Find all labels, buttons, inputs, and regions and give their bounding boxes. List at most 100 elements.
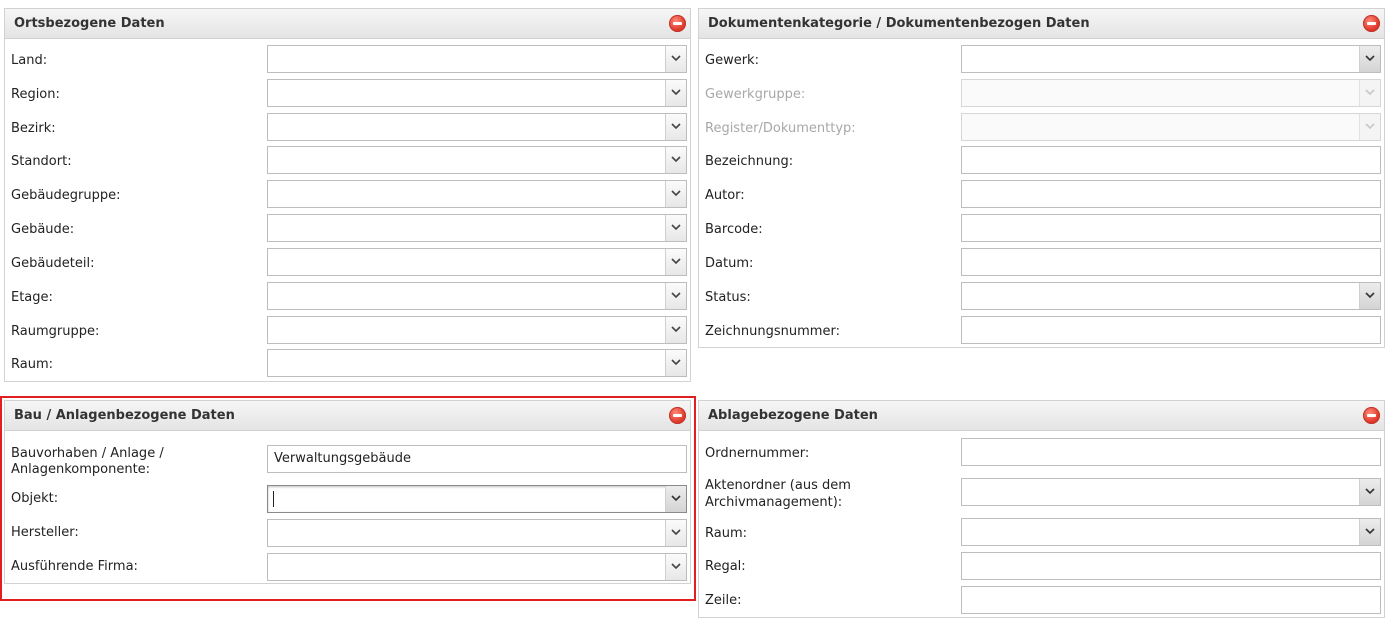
- field-label: Register/Dokumenttyp:: [705, 121, 856, 136]
- chevron-down-icon: [671, 495, 681, 502]
- datum-input[interactable]: [961, 248, 1381, 276]
- chevron-down-icon: [671, 224, 681, 231]
- dropdown-trigger: [1359, 114, 1380, 140]
- dropdown-trigger[interactable]: [665, 350, 686, 376]
- panel-header: Ablagebezogene Daten: [699, 401, 1384, 431]
- gewerk-combobox[interactable]: [961, 45, 1381, 73]
- ordnernummer-input[interactable]: [961, 438, 1381, 466]
- gebaeudegruppe-combobox[interactable]: [267, 180, 687, 208]
- field-label: Bauvorhaben / Anlage /: [11, 446, 164, 461]
- field-label: Gewerkgruppe:: [705, 87, 806, 102]
- minus-circle-icon[interactable]: [1363, 407, 1380, 424]
- dropdown-trigger[interactable]: [665, 554, 686, 580]
- chevron-down-icon: [1365, 55, 1375, 62]
- field-label: Ausführende Firma:: [11, 559, 138, 574]
- text-caret: [273, 491, 274, 507]
- dropdown-trigger[interactable]: [665, 80, 686, 106]
- gebaeudeteil-combobox[interactable]: [267, 248, 687, 276]
- field-label: Zeichnungsnummer:: [705, 324, 840, 339]
- firma-combobox[interactable]: [267, 553, 687, 581]
- panel-header: Dokumentenkategorie / Dokumentenbezogen …: [699, 9, 1384, 39]
- field-label: Gebäudegruppe:: [11, 188, 121, 203]
- field-label: Land:: [11, 53, 48, 68]
- chevron-down-icon: [671, 258, 681, 265]
- chevron-down-icon: [671, 55, 681, 62]
- dropdown-trigger[interactable]: [665, 147, 686, 173]
- field-label: Hersteller:: [11, 525, 79, 540]
- field-label: Bezirk:: [11, 121, 56, 136]
- dropdown-trigger[interactable]: [665, 215, 686, 241]
- field-label: Autor:: [705, 188, 745, 203]
- chevron-down-icon: [1365, 123, 1375, 130]
- field-label: Status:: [705, 290, 751, 305]
- chevron-down-icon: [671, 359, 681, 366]
- dropdown-trigger[interactable]: [665, 181, 686, 207]
- field-label: Objekt:: [11, 491, 59, 506]
- dropdown-trigger[interactable]: [665, 317, 686, 343]
- chevron-down-icon: [671, 190, 681, 197]
- chevron-down-icon: [671, 529, 681, 536]
- objekt-combobox[interactable]: [267, 485, 687, 513]
- dropdown-trigger: [1359, 80, 1380, 106]
- dropdown-trigger[interactable]: [665, 46, 686, 72]
- panel-document: Dokumentenkategorie / Dokumentenbezogen …: [698, 8, 1385, 348]
- field-label: Aktenordner (aus dem: [705, 478, 851, 493]
- field-label: Datum:: [705, 256, 754, 271]
- barcode-input[interactable]: [961, 214, 1381, 242]
- panel-filing: Ablagebezogene Daten Ordnernummer: Akten…: [698, 400, 1385, 618]
- aktenordner-combobox[interactable]: [961, 478, 1381, 506]
- field-label: Zeile:: [705, 593, 742, 608]
- hersteller-combobox[interactable]: [267, 519, 687, 547]
- panel-header: Bau / Anlagenbezogene Daten: [5, 401, 690, 431]
- gebaeude-combobox[interactable]: [267, 214, 687, 242]
- bezeichnung-input[interactable]: [961, 146, 1381, 174]
- panel-construction: Bau / Anlagenbezogene Daten Bauvorhaben …: [4, 400, 691, 584]
- minus-circle-icon[interactable]: [669, 407, 686, 424]
- field-label: Bezeichnung:: [705, 154, 794, 169]
- field-label: Region:: [11, 87, 60, 102]
- field-label: Ordnernummer:: [705, 446, 810, 461]
- field-label: Regal:: [705, 559, 746, 574]
- dropdown-trigger[interactable]: [1359, 283, 1380, 309]
- panel-location: Ortsbezogene Daten Land: Region: Bezirk:…: [4, 8, 691, 382]
- dropdown-trigger[interactable]: [665, 520, 686, 546]
- region-combobox[interactable]: [267, 79, 687, 107]
- standort-combobox[interactable]: [267, 146, 687, 174]
- chevron-down-icon: [671, 563, 681, 570]
- land-combobox[interactable]: [267, 45, 687, 73]
- panel-title: Ortsbezogene Daten: [14, 16, 165, 31]
- raum-ablage-combobox[interactable]: [961, 518, 1381, 546]
- status-combobox[interactable]: [961, 282, 1381, 310]
- chevron-down-icon: [1365, 528, 1375, 535]
- raumgruppe-combobox[interactable]: [267, 316, 687, 344]
- bezirk-combobox[interactable]: [267, 113, 687, 141]
- autor-input[interactable]: [961, 180, 1381, 208]
- dropdown-trigger[interactable]: [665, 283, 686, 309]
- raum-combobox[interactable]: [267, 349, 687, 377]
- field-label: Raum:: [705, 526, 747, 541]
- chevron-down-icon: [671, 292, 681, 299]
- dropdown-trigger[interactable]: [665, 486, 686, 512]
- field-label: Gebäude:: [11, 222, 75, 237]
- dropdown-trigger[interactable]: [1359, 479, 1380, 505]
- dropdown-trigger[interactable]: [665, 249, 686, 275]
- zeichnungsnummer-input[interactable]: [961, 316, 1381, 344]
- bauvorhaben-input[interactable]: Verwaltungsgebäude: [267, 445, 687, 473]
- chevron-down-icon: [671, 156, 681, 163]
- field-label-line2: Anlagenkomponente:: [11, 462, 151, 477]
- chevron-down-icon: [1365, 89, 1375, 96]
- etage-combobox[interactable]: [267, 282, 687, 310]
- field-label: Gebäudeteil:: [11, 256, 95, 271]
- field-label: Etage:: [11, 290, 53, 305]
- dropdown-trigger[interactable]: [665, 114, 686, 140]
- gewerkgruppe-combobox: [961, 79, 1381, 107]
- zeile-input[interactable]: [961, 586, 1381, 614]
- regal-input[interactable]: [961, 552, 1381, 580]
- dropdown-trigger[interactable]: [1359, 46, 1380, 72]
- minus-circle-icon[interactable]: [669, 15, 686, 32]
- panel-title: Dokumentenkategorie / Dokumentenbezogen …: [708, 16, 1090, 31]
- panel-title: Bau / Anlagenbezogene Daten: [14, 408, 235, 423]
- dropdown-trigger[interactable]: [1359, 519, 1380, 545]
- chevron-down-icon: [671, 123, 681, 130]
- minus-circle-icon[interactable]: [1363, 15, 1380, 32]
